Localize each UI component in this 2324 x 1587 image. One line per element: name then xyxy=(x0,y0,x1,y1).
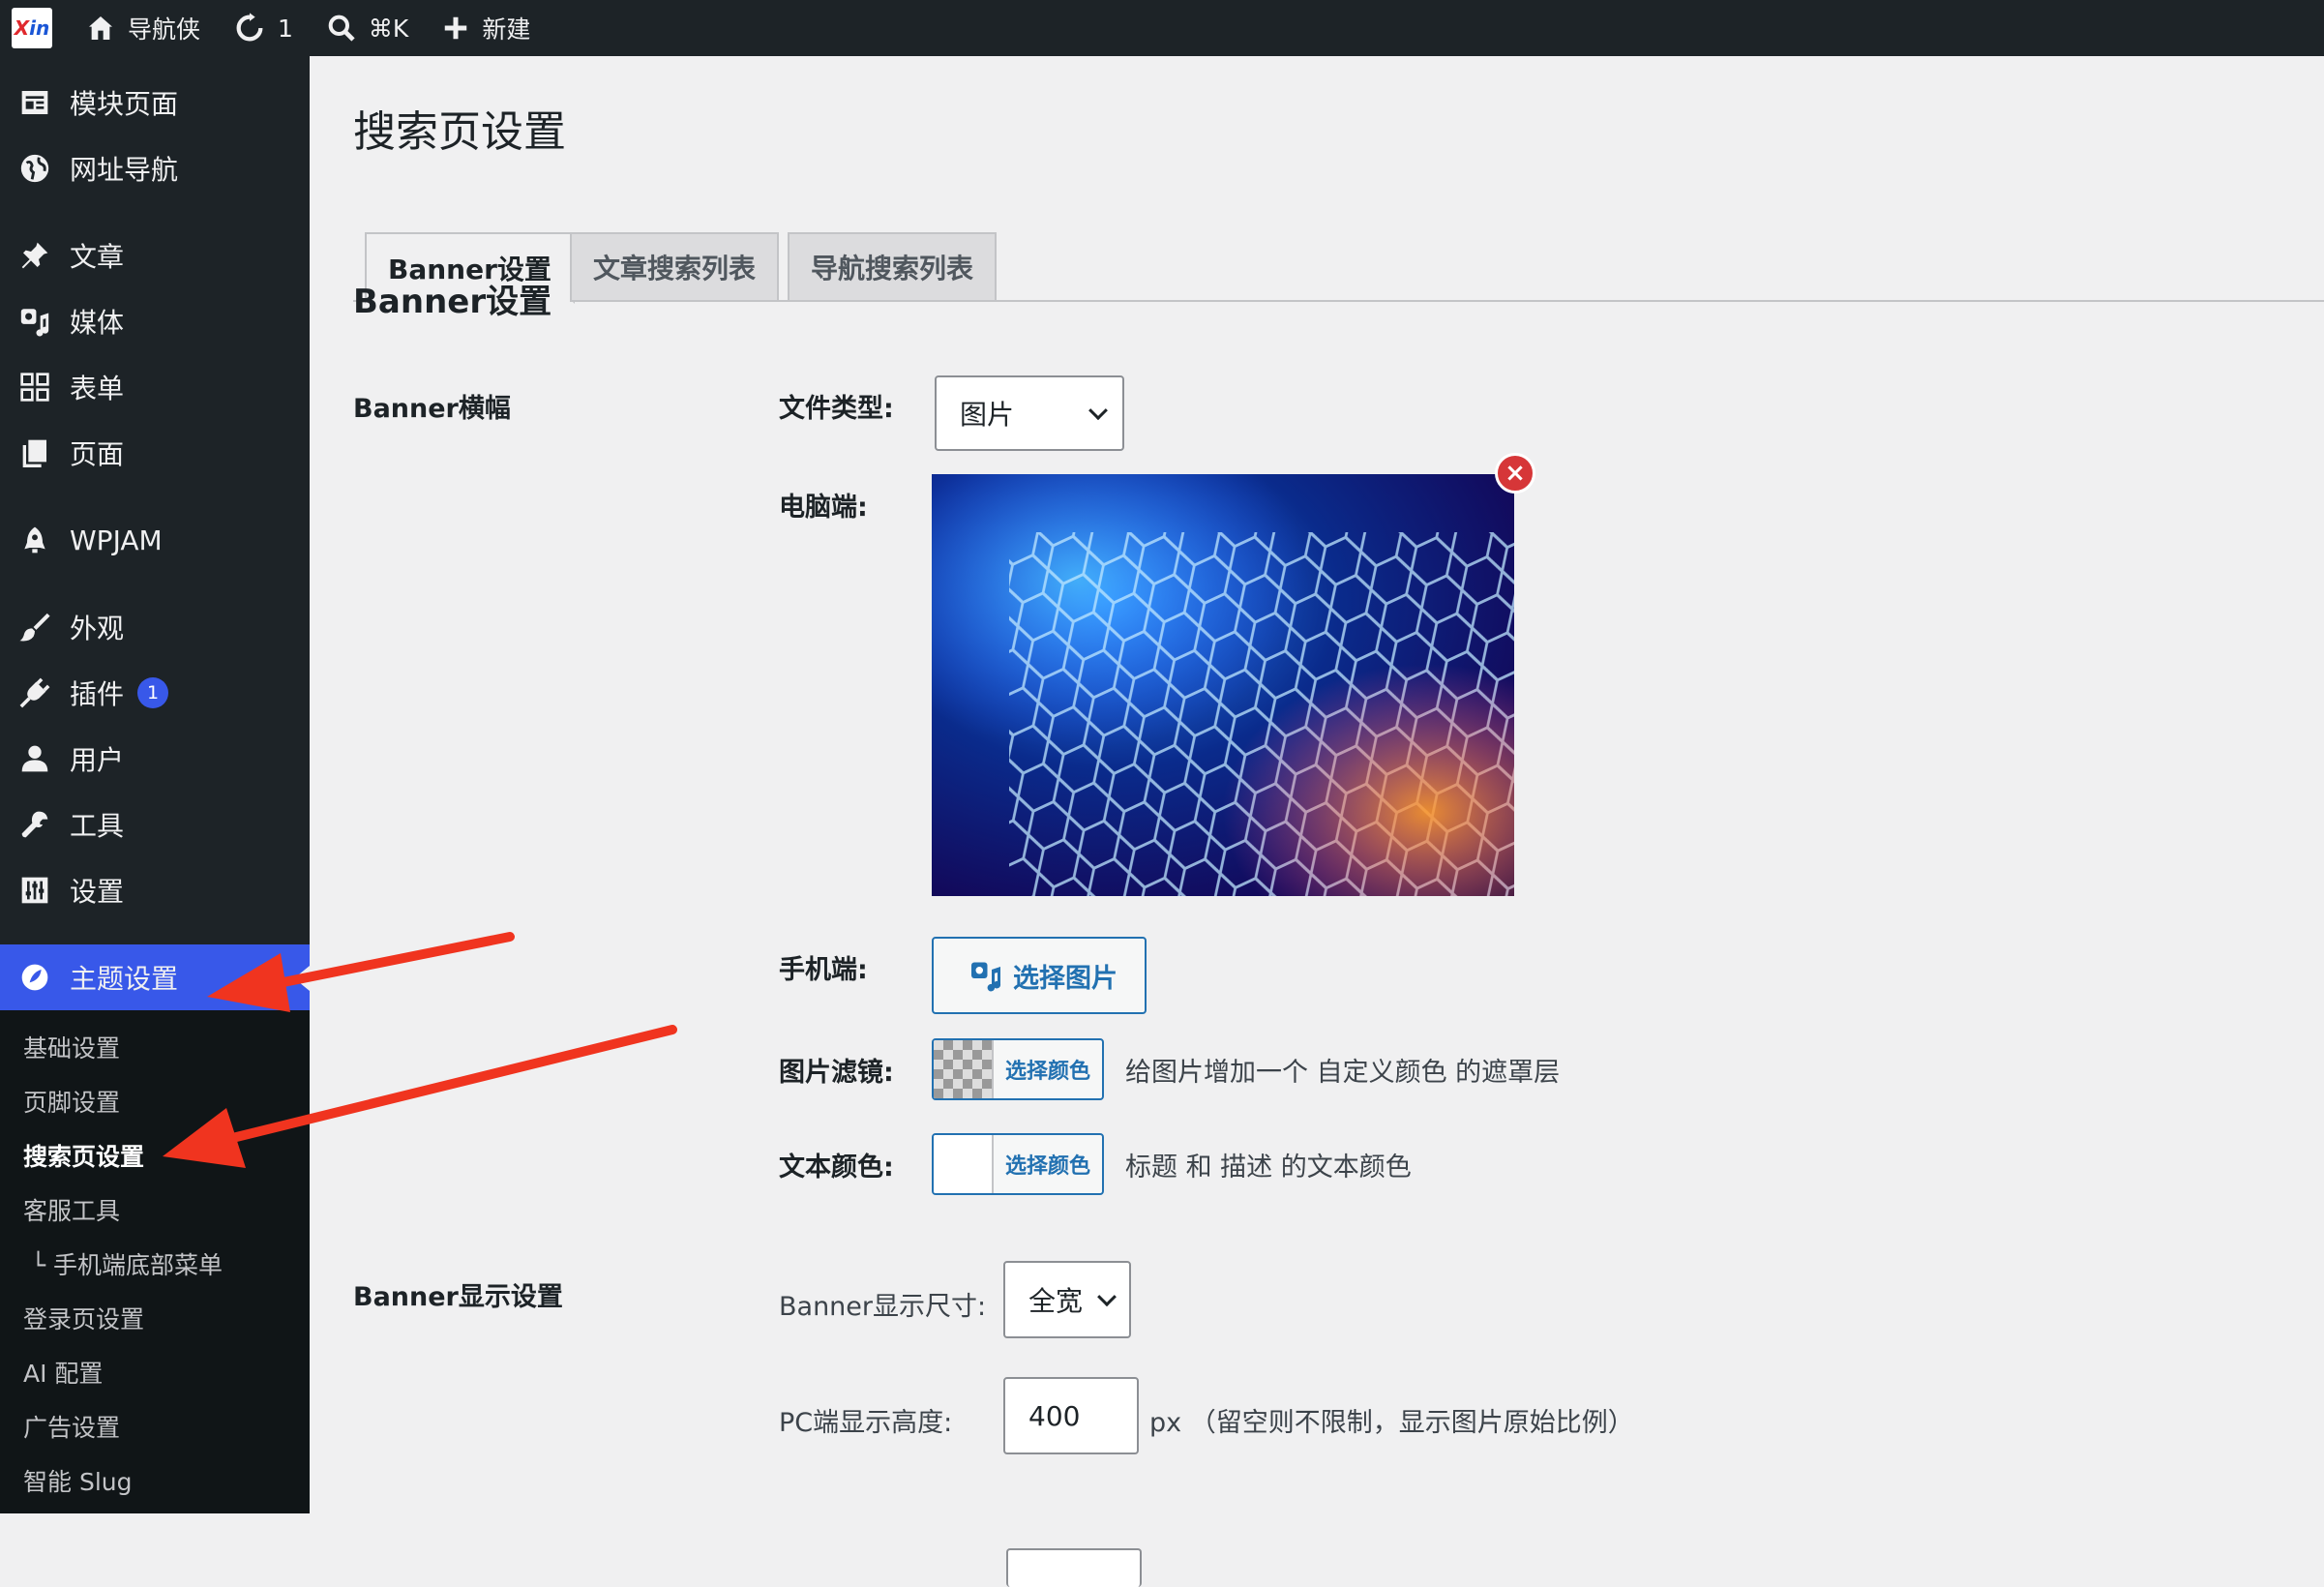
next-input[interactable] xyxy=(1006,1548,1142,1587)
arrow-to-theme-settings xyxy=(207,932,515,1012)
annotation-arrows xyxy=(163,932,677,1168)
arrow-to-search-page-settings xyxy=(163,1025,677,1168)
